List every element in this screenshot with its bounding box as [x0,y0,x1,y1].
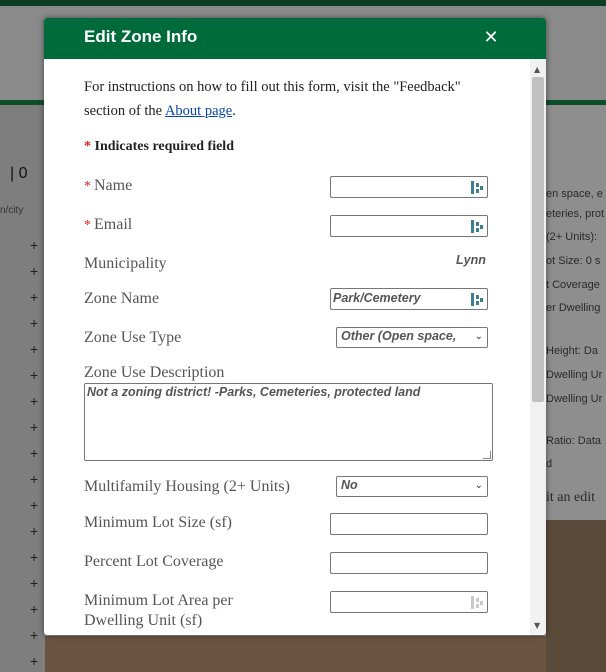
expand-icon: + [30,237,39,253]
scrollbar-thumb[interactable] [532,77,544,402]
expand-icon: + [30,393,39,409]
multifamily-value: No [341,478,358,492]
password-manager-icon[interactable] [471,181,483,194]
background-text: Height: Da [546,345,598,357]
zone-use-description-textarea[interactable]: Not a zoning district! -Parks, Cemeterie… [84,383,493,461]
expand-icon: + [30,419,39,435]
dialog-header: Edit Zone Info ✕ [44,18,546,59]
zone-use-description-value: Not a zoning district! -Parks, Cemeterie… [87,385,421,399]
password-manager-icon[interactable] [471,293,483,306]
required-marker: * [84,139,91,154]
email-input[interactable] [330,215,488,237]
dialog-scrollbar[interactable]: ▲ ▼ [530,59,546,635]
zone-name-input[interactable]: Park/Cemetery [330,288,488,310]
background-text: Dwelling Ur [546,393,603,405]
background-text: d [546,458,553,470]
expand-icon: + [30,263,39,279]
close-icon[interactable]: ✕ [481,28,501,48]
email-label: * Email [84,215,132,236]
chevron-down-icon: ⌄ [474,331,483,342]
zone-use-type-value: Other (Open space, [341,329,457,343]
dialog-body: For instructions on how to fill out this… [44,59,530,635]
background-text: ot Size: 0 s [546,255,601,267]
expand-icon: + [30,341,39,357]
chevron-down-icon: ⌄ [474,480,483,491]
min-lot-area-label: Minimum Lot Area per Dwelling Unit (sf) [84,591,233,631]
min-lot-size-input[interactable] [330,513,488,535]
email-label-text: Email [94,216,133,233]
min-lot-area-label-line1: Minimum Lot Area per [84,592,233,609]
expand-icon: + [30,445,39,461]
min-lot-area-input[interactable] [330,591,488,613]
background-text: eteries, prot [546,208,605,220]
background-text: Ratio: Data [546,435,602,447]
expand-icon: + [30,549,39,565]
resize-handle-icon[interactable] [483,451,491,459]
expand-icon: + [30,575,39,591]
required-marker: * [84,179,91,194]
edit-zone-dialog: Edit Zone Info ✕ For instructions on how… [44,18,546,635]
name-label-text: Name [94,177,133,194]
expand-icon: + [30,315,39,331]
expand-icon: + [30,497,39,513]
background-map [546,520,606,672]
multifamily-label: Multifamily Housing (2+ Units) [84,478,290,495]
expand-icon: + [30,653,39,669]
background-city-label: n/city [0,205,24,216]
background-left-panel: | 0 n/city + + + + + + + + + + + + + + +… [0,105,45,672]
instructions-part: . [232,103,236,119]
expand-icon: + [30,289,39,305]
background-top-bar [0,0,606,6]
background-text: en space, e [546,188,603,200]
zone-name-label: Zone Name [84,290,160,307]
background-text: it an edit [546,490,595,505]
background-text: er Dwelling [546,302,601,314]
expand-icon: + [30,627,39,643]
pct-lot-coverage-input[interactable] [330,552,488,574]
password-manager-icon[interactable] [471,596,483,609]
min-lot-area-label-line2: Dwelling Unit (sf) [84,612,203,629]
expand-icon: + [30,601,39,617]
dialog-title: Edit Zone Info [84,27,198,46]
expand-icon: + [30,367,39,383]
expand-icon: + [30,471,39,487]
background-text: Dwelling Ur [546,369,603,381]
password-manager-icon[interactable] [471,220,483,233]
zone-name-value: Park/Cemetery [333,291,421,305]
about-page-link[interactable]: About page [165,103,232,119]
scroll-down-icon[interactable]: ▼ [534,621,540,630]
instructions-part: For instructions on how to fill out this… [84,79,461,119]
required-note: * Indicates required field [84,139,234,155]
scroll-up-icon[interactable]: ▲ [534,65,540,74]
municipality-value: Lynn [456,253,486,267]
background-text: t Coverage [546,279,600,291]
zone-use-description-label: Zone Use Description [84,364,225,381]
name-label: * Name [84,176,132,197]
multifamily-select[interactable]: No ⌄ [336,476,488,497]
required-marker: * [84,218,91,233]
zone-use-type-select[interactable]: Other (Open space, ⌄ [336,327,488,348]
name-input[interactable] [330,176,488,198]
background-map [45,636,546,672]
background-text: (2+ Units): [546,231,598,243]
expand-icon: + [30,523,39,539]
pct-lot-coverage-label: Percent Lot Coverage [84,553,224,570]
zone-use-type-label: Zone Use Type [84,329,182,346]
municipality-label: Municipality [84,255,167,272]
min-lot-size-label: Minimum Lot Size (sf) [84,514,232,531]
required-note-text: Indicates required field [94,139,235,154]
background-count: | 0 [10,165,28,182]
instructions-text: For instructions on how to fill out this… [84,75,484,123]
